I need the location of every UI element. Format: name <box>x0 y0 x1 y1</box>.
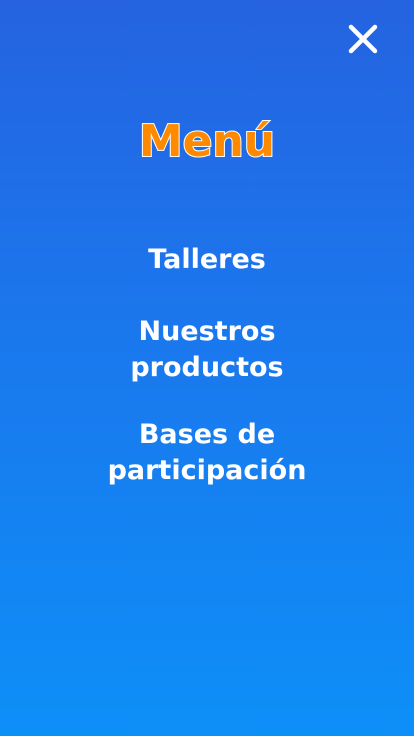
nav-item-label-line-1: Nuestros <box>138 316 276 347</box>
menu-screen: Menú Talleres Nuestros productos Bases d… <box>0 0 414 736</box>
close-icon <box>348 24 378 54</box>
nav-item-bases-de-participacion[interactable]: Bases de participación <box>0 417 414 489</box>
close-button[interactable] <box>344 20 382 58</box>
nav-item-label: Talleres <box>148 244 266 275</box>
nav-item-label-line-2: productos <box>130 352 284 383</box>
menu-title: Menú <box>138 115 276 168</box>
nav-item-talleres[interactable]: Talleres <box>0 242 414 278</box>
nav-item-nuestros-productos[interactable]: Nuestros productos <box>0 314 414 386</box>
nav-item-label-line-1: Bases de <box>138 419 276 450</box>
nav-item-label-line-2: participación <box>107 455 307 486</box>
